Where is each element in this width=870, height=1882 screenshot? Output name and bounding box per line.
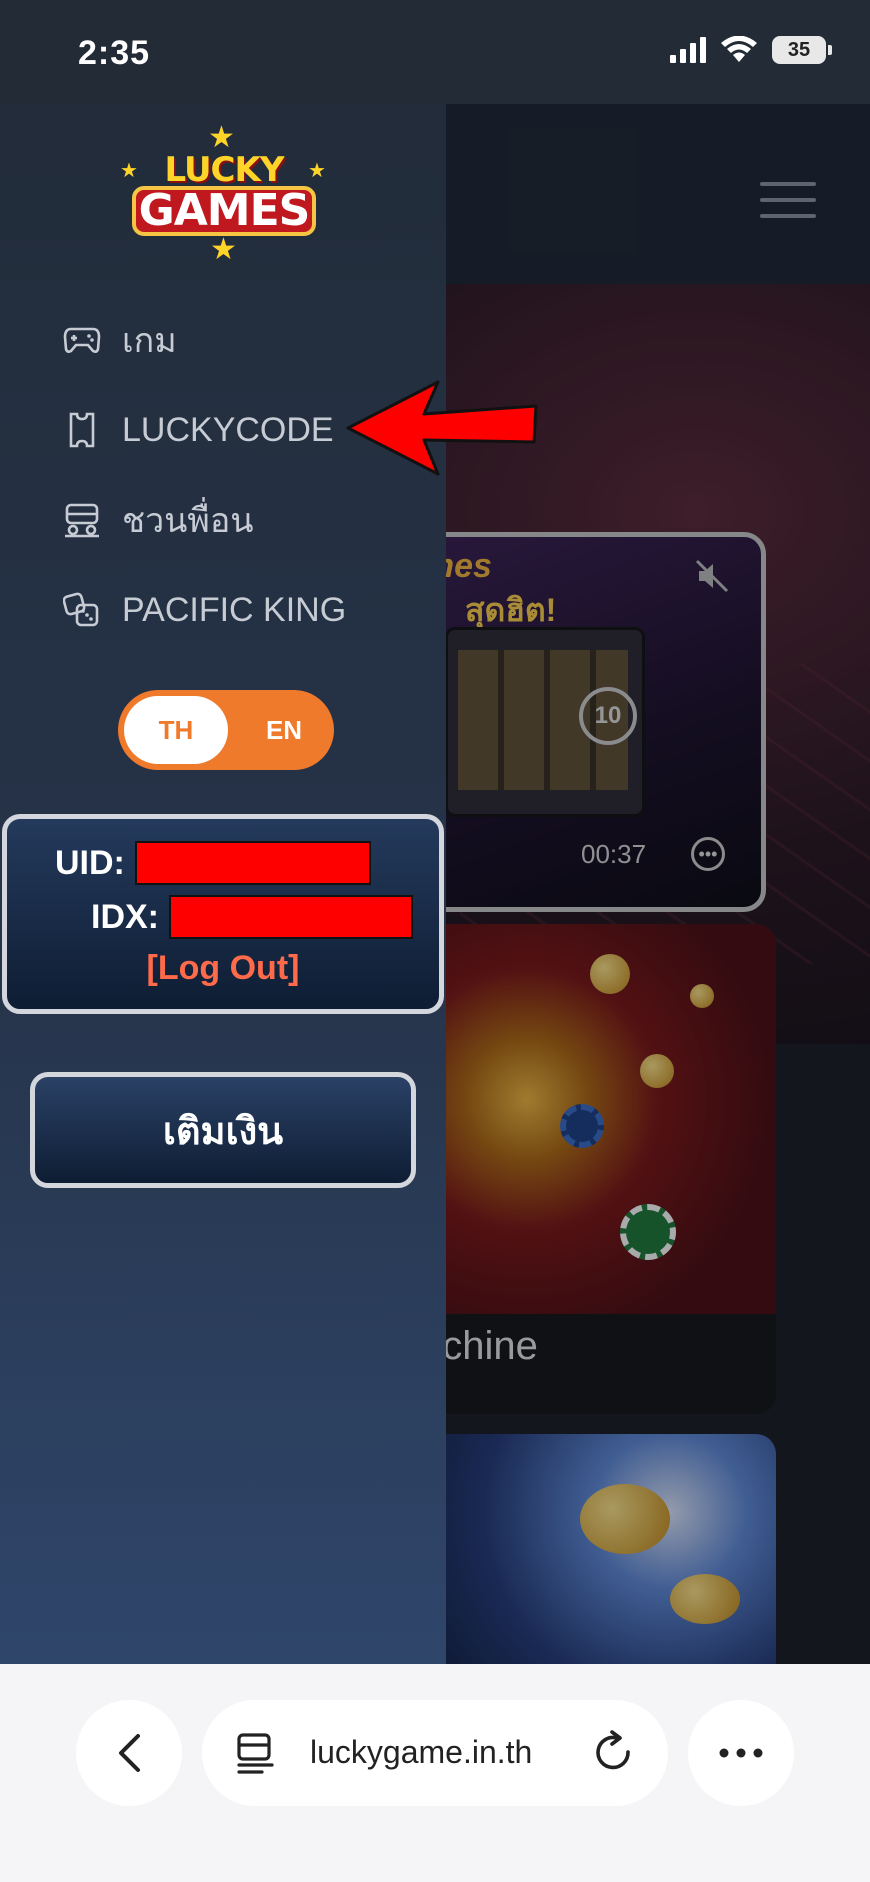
nav-item-label: เกม — [122, 322, 177, 360]
status-icons: 35 — [670, 36, 832, 64]
idx-row: IDX: — [91, 895, 413, 939]
nav-item-luckycode[interactable]: LUCKYCODE — [62, 402, 334, 458]
uid-value-redacted — [134, 841, 371, 885]
idx-label: IDX: — [91, 897, 159, 936]
page-menu-icon[interactable] — [236, 1732, 276, 1774]
uid-label: UID: — [55, 843, 125, 882]
logout-link[interactable]: [Log Out] — [7, 949, 439, 988]
nav-item-label: LUCKYCODE — [122, 410, 334, 449]
account-info-box: UID: IDX: [Log Out] — [2, 814, 444, 1014]
logo-text-bottom: GAMES — [132, 186, 316, 236]
chevron-left-icon — [119, 1734, 140, 1772]
reload-icon[interactable] — [592, 1730, 636, 1776]
more-icon — [719, 1748, 763, 1758]
status-time: 2:35 — [78, 34, 151, 72]
dice-icon — [62, 590, 102, 630]
back-button[interactable] — [76, 1700, 182, 1806]
wifi-icon — [721, 36, 757, 62]
more-options-button[interactable] — [688, 1700, 794, 1806]
lucky-games-logo[interactable]: ★ ★ ★ LUCKY GAMES ★ — [120, 121, 326, 266]
lang-option-en[interactable]: EN — [240, 696, 328, 764]
nav-item-games[interactable]: เกม — [62, 312, 177, 368]
idx-value-redacted — [169, 895, 413, 939]
side-drawer: ★ ★ ★ LUCKY GAMES ★ เกม LUCKYCODE ชวนพื่… — [0, 104, 446, 1664]
nav-item-label: ชวนพื่อน — [122, 502, 254, 540]
cellular-signal-icon — [670, 37, 706, 63]
language-toggle[interactable]: TH EN — [118, 690, 334, 770]
nav-item-invite-friends[interactable]: ชวนพื่อน — [62, 492, 253, 548]
browser-toolbar: luckygame.in.th — [0, 1664, 870, 1882]
status-bar: 2:35 35 — [0, 0, 870, 104]
nav-item-pacific-king[interactable]: PACIFIC KING — [62, 582, 346, 638]
top-up-button[interactable]: เติมเงิน — [30, 1072, 416, 1188]
uid-row: UID: — [55, 841, 371, 885]
annotation-arrow-icon — [346, 380, 538, 476]
gamepad-icon — [62, 320, 102, 360]
logo-text-top: LUCKY — [164, 150, 285, 190]
invite-friends-icon — [62, 500, 102, 540]
url-text: luckygame.in.th — [310, 1734, 533, 1770]
lang-option-th[interactable]: TH — [124, 696, 228, 764]
ticket-icon — [62, 410, 102, 450]
nav-item-label: PACIFIC KING — [122, 590, 347, 629]
battery-indicator: 35 — [772, 36, 832, 64]
address-bar[interactable]: luckygame.in.th — [202, 1700, 668, 1806]
